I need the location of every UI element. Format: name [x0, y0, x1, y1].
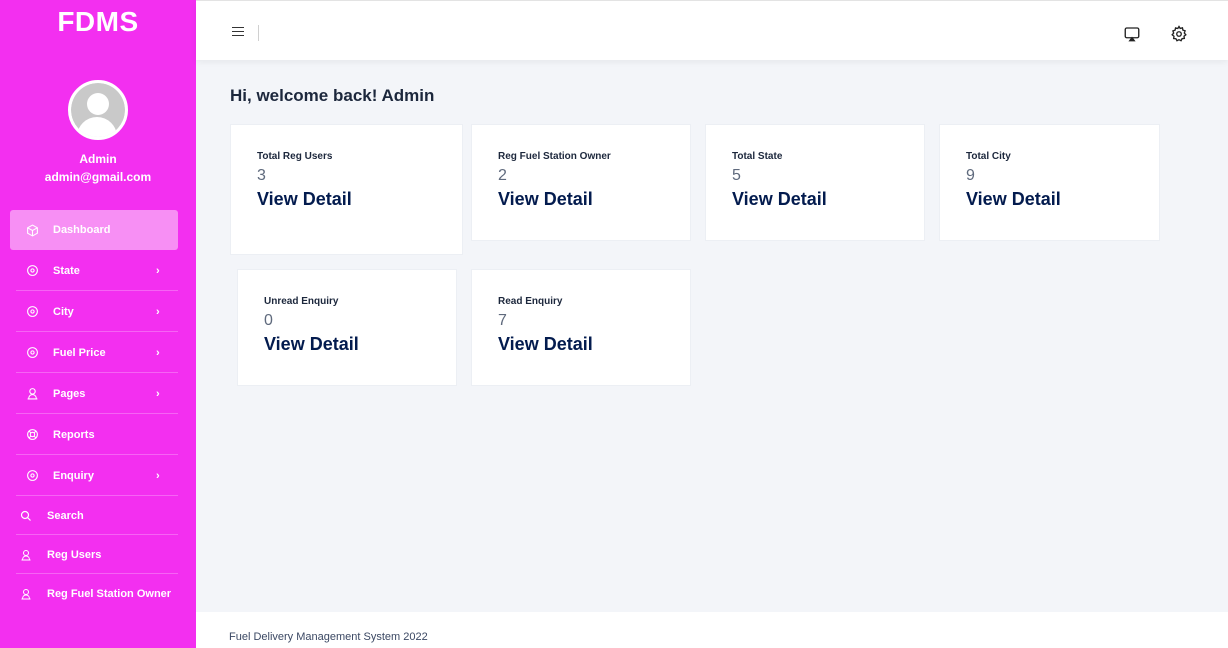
sidebar-menu: Dashboard State › City › Fuel Price › Pa…: [0, 210, 196, 613]
sidebar-item-label: Reg Fuel Station Owner: [47, 587, 172, 600]
view-detail-link[interactable]: View Detail: [264, 334, 359, 355]
user-icon: [25, 387, 39, 401]
view-detail-link[interactable]: View Detail: [257, 189, 352, 210]
user-icon: [19, 548, 33, 562]
target-icon: [25, 346, 39, 360]
stat-card-total-reg-users[interactable]: Total Reg Users 3 View Detail: [230, 124, 463, 255]
sidebar-item-dashboard[interactable]: Dashboard: [10, 210, 178, 250]
sidebar-item-label: Dashboard: [53, 224, 111, 236]
lifebuoy-icon: [25, 428, 39, 442]
user-name: Admin: [79, 152, 117, 166]
view-detail-link[interactable]: View Detail: [498, 189, 593, 210]
hamburger-icon[interactable]: [232, 27, 244, 39]
sidebar-item-reg-fuel-station-owner[interactable]: Reg Fuel Station Owner: [0, 574, 196, 613]
sidebar-item-pages[interactable]: Pages ›: [0, 373, 196, 414]
avatar: [68, 80, 128, 140]
sidebar-item-label: Pages: [53, 387, 86, 400]
card-value: 3: [257, 167, 266, 184]
user-email: admin@gmail.com: [44, 170, 152, 184]
view-detail-link[interactable]: View Detail: [966, 189, 1061, 210]
chevron-right-icon: ›: [156, 346, 160, 359]
card-value: 2: [498, 167, 507, 184]
view-detail-link[interactable]: View Detail: [498, 334, 593, 355]
stat-card-read-enquiry[interactable]: Read Enquiry 7 View Detail: [471, 269, 691, 386]
top-header: [196, 0, 1228, 60]
sidebar-item-enquiry[interactable]: Enquiry ›: [0, 455, 196, 496]
card-label: Unread Enquiry: [264, 296, 339, 307]
card-label: Total State: [732, 151, 783, 162]
sidebar-item-state[interactable]: State ›: [0, 250, 196, 291]
sidebar-item-label: State: [53, 264, 80, 277]
cube-icon: [25, 223, 39, 237]
card-label: Total Reg Users: [257, 151, 333, 162]
chevron-right-icon: ›: [156, 387, 160, 400]
sidebar-item-city[interactable]: City ›: [0, 291, 196, 332]
footer-text: Fuel Delivery Management System 2022: [229, 631, 428, 643]
footer: Fuel Delivery Management System 2022: [196, 612, 1228, 648]
sidebar-item-reg-users[interactable]: Reg Users: [0, 535, 196, 574]
sidebar-item-reports[interactable]: Reports: [0, 414, 196, 455]
user-icon: [19, 587, 33, 601]
sidebar-item-label: Reports: [53, 428, 95, 441]
chevron-right-icon: ›: [156, 305, 160, 318]
card-value: 9: [966, 167, 975, 184]
cast-icon[interactable]: [1123, 25, 1141, 43]
sidebar-item-label: Fuel Price: [53, 346, 106, 359]
sidebar-item-search[interactable]: Search: [0, 496, 196, 535]
sidebar-item-label: Enquiry: [53, 469, 94, 482]
chevron-right-icon: ›: [156, 469, 160, 482]
brand-logo[interactable]: FDMS: [0, 0, 196, 58]
gear-icon[interactable]: [1170, 25, 1188, 43]
sidebar: FDMS Admin admin@gmail.com Dashboard Sta…: [0, 0, 196, 648]
sidebar-item-label: Search: [47, 509, 84, 522]
page-title: Hi, welcome back! Admin: [230, 86, 435, 105]
stat-card-reg-fuel-station-owner[interactable]: Reg Fuel Station Owner 2 View Detail: [471, 124, 691, 241]
search-icon: [19, 509, 33, 523]
card-label: Reg Fuel Station Owner: [498, 151, 611, 162]
view-detail-link[interactable]: View Detail: [732, 189, 827, 210]
target-icon: [25, 305, 39, 319]
target-icon: [25, 469, 39, 483]
card-label: Total City: [966, 151, 1011, 162]
card-label: Read Enquiry: [498, 296, 563, 307]
card-value: 7: [498, 312, 507, 329]
card-value: 5: [732, 167, 741, 184]
target-icon: [25, 264, 39, 278]
sidebar-item-fuel-price[interactable]: Fuel Price ›: [0, 332, 196, 373]
chevron-right-icon: ›: [156, 264, 160, 277]
sidebar-item-label: Reg Users: [47, 548, 102, 561]
header-divider: [258, 25, 259, 41]
card-value: 0: [264, 312, 273, 329]
stat-card-total-city[interactable]: Total City 9 View Detail: [939, 124, 1160, 241]
sidebar-item-label: City: [53, 305, 74, 318]
stat-card-total-state[interactable]: Total State 5 View Detail: [705, 124, 925, 241]
stat-card-unread-enquiry[interactable]: Unread Enquiry 0 View Detail: [237, 269, 457, 386]
